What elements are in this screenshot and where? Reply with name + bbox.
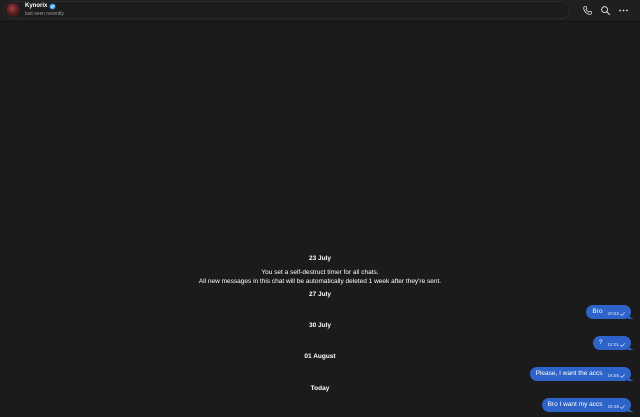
contact-name-text: Kynorix [25, 3, 48, 9]
outgoing-message[interactable]: ? 12:01 [592, 336, 634, 350]
date-separator-27-july: 27 July [308, 291, 332, 298]
service-message-line: All new messages in this chat will be au… [198, 278, 442, 285]
check-icon [620, 373, 625, 378]
message-text: Bro [592, 308, 603, 315]
contact-status: last seen recently [25, 11, 64, 17]
message-meta: 20:52 [608, 311, 626, 316]
bubble-tail [628, 313, 634, 319]
chat-header-bar[interactable] [3, 1, 570, 19]
more-horizontal-icon [618, 9, 628, 11]
avatar[interactable] [6, 3, 20, 17]
outgoing-message[interactable]: Bro I want my accs 19:38 [541, 398, 634, 412]
bubble-tail [628, 375, 634, 381]
message-time: 19:38 [607, 404, 620, 409]
call-button[interactable] [581, 4, 593, 16]
contact-name[interactable]: Kynorix [25, 3, 56, 10]
date-separator-23-july: 23 July [308, 255, 332, 262]
outgoing-message[interactable]: Please, I want the accs 16:55 [529, 367, 634, 381]
outgoing-message[interactable]: Bro 20:52 [586, 305, 634, 319]
message-meta: 12:01 [608, 342, 626, 347]
message-time: 20:52 [607, 311, 620, 316]
bubble-tail [628, 344, 634, 350]
date-separator-01-august: 01 August [304, 353, 336, 360]
self-destruct-timer-notice: You set a self-destruct timer for all ch… [0, 268, 640, 286]
search-button[interactable] [599, 4, 611, 16]
check-icon [620, 311, 625, 316]
check-icon [620, 404, 625, 409]
bubble-tail [628, 406, 634, 412]
date-separator-today: Today [310, 385, 330, 392]
search-icon [600, 5, 610, 15]
message-time: 16:55 [607, 373, 620, 378]
chat-header: Kynorix last seen recently [0, 0, 640, 22]
message-text: ? [598, 339, 603, 346]
telegram-chat-window: Kynorix last seen recently 23 July You s… [0, 0, 640, 417]
more-button[interactable] [617, 4, 629, 16]
verified-badge-icon [49, 3, 56, 10]
message-meta: 16:55 [608, 373, 626, 378]
message-text: Bro I want my accs [547, 401, 603, 408]
phone-icon [582, 5, 592, 15]
service-message-line: You set a self-destruct timer for all ch… [261, 269, 379, 276]
date-separator-30-july: 30 July [308, 322, 332, 329]
message-meta: 19:38 [608, 404, 626, 409]
check-icon [620, 342, 625, 347]
message-time: 12:01 [607, 342, 620, 347]
message-text: Please, I want the accs [535, 370, 603, 377]
